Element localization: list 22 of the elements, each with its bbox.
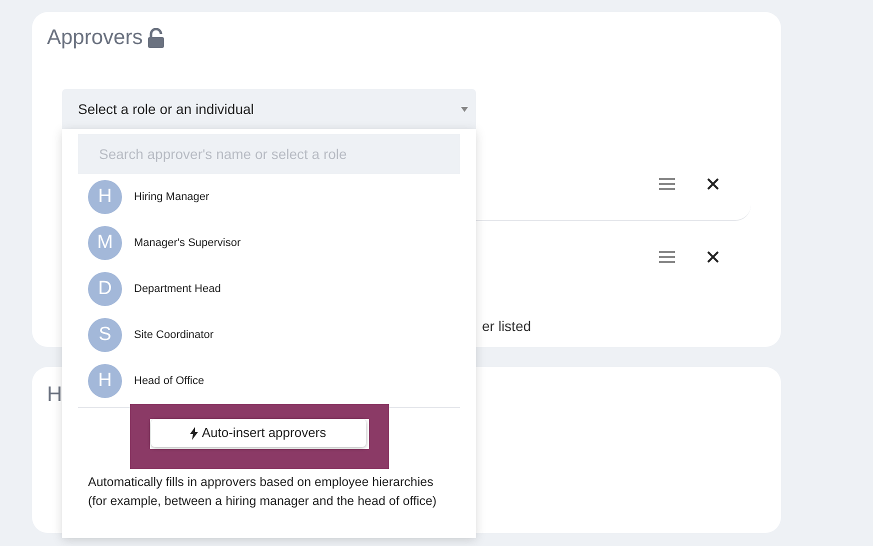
card-title: H (47, 383, 62, 406)
avatar: S (88, 318, 122, 352)
role-option[interactable]: M Manager's Supervisor (78, 220, 460, 266)
close-icon[interactable] (707, 250, 719, 262)
card-title: Approvers (47, 25, 143, 51)
avatar: D (88, 272, 122, 306)
avatar: H (88, 364, 122, 398)
avatar: M (88, 226, 122, 260)
role-option[interactable]: S Site Coordinator (78, 312, 460, 358)
footer-text: er listed (482, 318, 532, 334)
menu-icon[interactable] (659, 250, 675, 262)
caret-icon (461, 106, 468, 112)
close-icon[interactable] (707, 178, 719, 190)
select-field[interactable]: Select a role or an individual (62, 89, 476, 129)
role-option[interactable]: D Department Head (78, 266, 460, 312)
description-text: Automatically fills in approvers based on employee hierarchies (for example, between a hiring manager and the head of office) (87, 474, 438, 510)
menu-icon[interactable] (659, 178, 675, 190)
role-option[interactable]: H Head of Office (78, 358, 460, 404)
role-option[interactable]: H Hiring Manager (78, 174, 460, 220)
auto-insert-button[interactable]: Auto-insert approvers (150, 419, 366, 447)
lightning-icon (190, 426, 198, 440)
avatar: H (88, 180, 122, 214)
